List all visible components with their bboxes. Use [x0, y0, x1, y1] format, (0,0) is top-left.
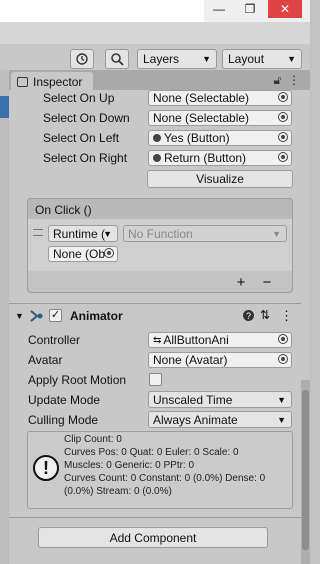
avatar-field[interactable]: None (Avatar): [148, 352, 292, 368]
inspector-scrollbar[interactable]: [301, 380, 310, 564]
chevron-down-icon: ▼: [277, 414, 286, 425]
select-on-right-value: Return (Button): [164, 151, 247, 165]
object-picker-icon[interactable]: [278, 152, 288, 162]
apply-root-motion-checkbox[interactable]: [149, 373, 162, 386]
component-divider: [9, 303, 301, 304]
select-on-up-value: None (Selectable): [153, 91, 250, 105]
animator-title: Animator: [70, 309, 123, 323]
close-button[interactable]: ✕: [268, 0, 302, 18]
editor-toolbar: Layers ▼ Layout ▼: [0, 22, 310, 70]
function-value: No Function: [128, 226, 193, 241]
controller-label: Controller: [28, 333, 81, 347]
hierarchy-selection[interactable]: [0, 96, 9, 118]
culling-mode-dropdown[interactable]: Always Animate ▼: [148, 411, 292, 428]
on-click-title: On Click (): [35, 203, 92, 217]
layout-dropdown[interactable]: Layout ▼: [222, 49, 302, 69]
select-on-left-label: Select On Left: [43, 131, 120, 145]
select-on-right-field[interactable]: Return (Button): [148, 150, 292, 166]
tab-inspector[interactable]: Inspector: [11, 72, 93, 92]
listener-object-value: None (Ob: [53, 247, 106, 261]
remove-listener-button[interactable]: −: [255, 274, 279, 291]
history-icon[interactable]: [70, 49, 94, 69]
culling-mode-value: Always Animate: [153, 412, 238, 427]
controller-field[interactable]: ⇆ AllButtonAni: [148, 332, 292, 348]
object-picker-icon[interactable]: [278, 132, 288, 142]
more-options-icon[interactable]: ⋮: [280, 308, 293, 324]
inspector-icon: [17, 77, 28, 87]
animator-enabled-checkbox[interactable]: ✓: [49, 309, 62, 322]
select-on-left-field[interactable]: Yes (Button): [148, 130, 292, 146]
window-titlebar: — ❐ ✕: [0, 0, 310, 22]
object-picker-icon[interactable]: [278, 112, 288, 122]
info-line: Curves Count: 0 Constant: 0 (0.0%) Dense…: [64, 473, 266, 484]
object-picker-icon[interactable]: [278, 354, 288, 364]
component-divider: [9, 517, 301, 518]
hierarchy-panel-edge: [0, 72, 9, 564]
foldout-arrow-icon[interactable]: ▼: [15, 311, 24, 321]
button-object-icon: [153, 154, 161, 162]
tab-inspector-label: Inspector: [33, 75, 83, 89]
function-dropdown[interactable]: No Function ▼: [123, 225, 287, 242]
window-title-area: [0, 0, 204, 22]
search-icon[interactable]: [105, 49, 129, 69]
select-on-up-field[interactable]: None (Selectable): [148, 90, 292, 106]
lock-icon[interactable]: 🔓︎: [274, 73, 282, 87]
info-line: Muscles: 0 Generic: 0 PPtr: 0: [64, 460, 195, 471]
select-on-right-label: Select On Right: [43, 151, 128, 165]
more-options-icon[interactable]: ⋮: [288, 73, 300, 87]
chevron-down-icon: ▼: [272, 228, 281, 239]
tab-controls: 🔓︎ ⋮: [274, 73, 300, 88]
svg-text:?: ?: [246, 311, 251, 321]
avatar-value: None (Avatar): [153, 353, 228, 367]
drag-handle-icon[interactable]: [33, 229, 43, 236]
select-on-left-value: Yes (Button): [164, 131, 230, 145]
update-mode-label: Update Mode: [28, 393, 101, 407]
animator-controller-icon: ⇆: [153, 334, 162, 346]
object-picker-icon[interactable]: [278, 92, 288, 102]
runtime-value: Runtime (: [53, 226, 106, 241]
add-component-button[interactable]: Add Component: [38, 527, 268, 548]
chevron-down-icon: ▼: [277, 394, 286, 405]
toolbar-strip: [0, 22, 310, 44]
apply-root-motion-label: Apply Root Motion: [28, 373, 127, 387]
object-picker-icon[interactable]: [278, 334, 288, 344]
avatar-label: Avatar: [28, 353, 63, 367]
button-object-icon: [153, 134, 161, 142]
presets-icon[interactable]: ⇅: [260, 308, 270, 322]
maximize-button[interactable]: ❐: [236, 0, 264, 18]
runtime-dropdown[interactable]: Runtime ( ▼: [48, 225, 118, 242]
minimize-button[interactable]: —: [205, 0, 233, 18]
layers-label: Layers: [143, 52, 180, 66]
chevron-down-icon: ▼: [103, 228, 112, 239]
chevron-down-icon: ▼: [202, 54, 211, 64]
inspector-tabbar: Inspector 🔓︎ ⋮: [9, 70, 310, 92]
chevron-down-icon: ▼: [287, 54, 296, 64]
select-on-up-label: Select On Up: [43, 91, 115, 105]
info-line: Curves Pos: 0 Quat: 0 Euler: 0 Scale: 0: [64, 447, 239, 458]
scrollbar-thumb[interactable]: [302, 390, 309, 550]
controller-value: AllButtonAni: [163, 333, 229, 347]
help-icon[interactable]: ?: [242, 309, 255, 325]
update-mode-value: Unscaled Time: [153, 392, 233, 407]
layout-label: Layout: [228, 52, 265, 66]
object-picker-icon[interactable]: [104, 248, 114, 258]
select-on-down-value: None (Selectable): [153, 111, 250, 125]
add-listener-button[interactable]: +: [229, 274, 253, 291]
select-on-down-label: Select On Down: [43, 111, 130, 125]
animator-icon: [29, 308, 45, 327]
visualize-button[interactable]: Visualize: [147, 170, 293, 188]
layers-dropdown[interactable]: Layers ▼: [137, 49, 217, 69]
warning-icon: !: [33, 455, 59, 481]
select-on-down-field[interactable]: None (Selectable): [148, 110, 292, 126]
info-line: Clip Count: 0: [64, 434, 122, 445]
info-line: (0.0%) Stream: 0 (0.0%): [64, 486, 172, 497]
listener-object-field[interactable]: None (Ob: [48, 246, 118, 262]
culling-mode-label: Culling Mode: [28, 413, 99, 427]
update-mode-dropdown[interactable]: Unscaled Time ▼: [148, 391, 292, 408]
